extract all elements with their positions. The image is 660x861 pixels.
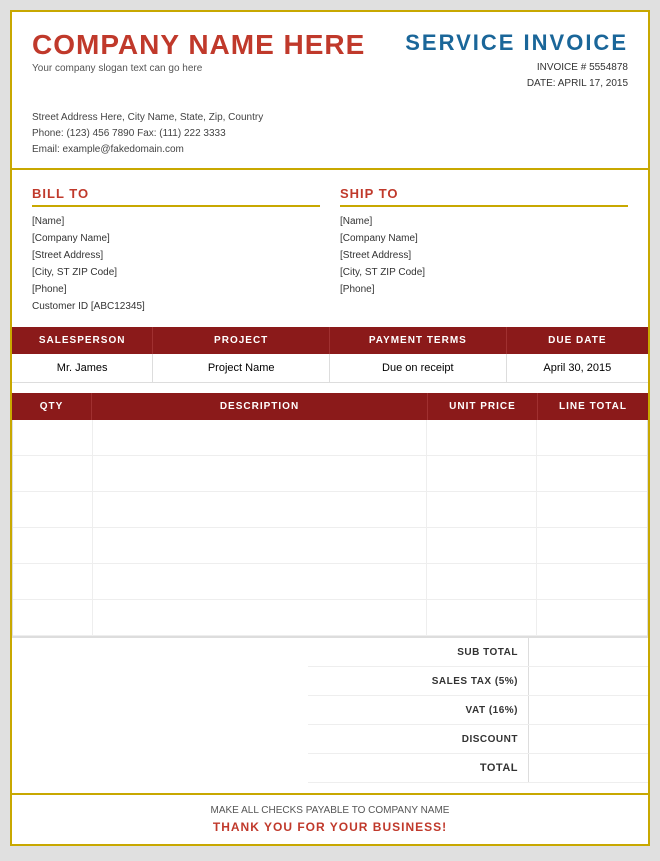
item-description — [93, 564, 427, 599]
vat-label: VAT (16%) — [368, 699, 528, 722]
company-slogan: Your company slogan text can go here — [32, 63, 365, 74]
item-description — [93, 528, 427, 563]
due-date-header: DUE DATE — [507, 327, 648, 354]
address-email: Email: example@fakedomain.com — [32, 142, 628, 158]
item-unit_price — [427, 528, 537, 563]
company-name: COMPANY NAME HERE — [32, 30, 365, 61]
footer-line1: MAKE ALL CHECKS PAYABLE TO COMPANY NAME — [32, 805, 628, 816]
ship-to-lines: [Name][Company Name][Street Address][Cit… — [340, 213, 628, 298]
payment-table-header: SALESPERSON PROJECT PAYMENT TERMS DUE DA… — [12, 327, 648, 354]
item-qty — [13, 420, 93, 455]
item-unit_price — [427, 600, 537, 635]
ship-to-label: SHIP TO — [340, 186, 628, 207]
ship-to-line: [Street Address] — [340, 247, 628, 264]
address-phone-fax: Phone: (123) 456 7890 Fax: (111) 222 333… — [32, 126, 628, 142]
item-description — [93, 456, 427, 491]
bill-to-line: [Name] — [32, 213, 320, 230]
item-row — [13, 456, 647, 492]
ship-to-block: SHIP TO [Name][Company Name][Street Addr… — [340, 186, 628, 315]
total-value — [528, 754, 648, 782]
company-block: COMPANY NAME HERE Your company slogan te… — [32, 30, 365, 74]
qty-header: QTY — [12, 393, 92, 420]
item-line_total — [537, 420, 647, 455]
salesperson-value: Mr. James — [12, 354, 153, 382]
bill-to-line: [City, ST ZIP Code] — [32, 264, 320, 281]
line-total-header: LINE TOTAL — [538, 393, 648, 420]
unit-price-header: UNIT PRICE — [428, 393, 538, 420]
payment-terms-value: Due on receipt — [330, 354, 507, 382]
item-unit_price — [427, 492, 537, 527]
item-qty — [13, 564, 93, 599]
items-table-header: QTY DESCRIPTION UNIT PRICE LINE TOTAL — [12, 393, 648, 420]
salesperson-header: SALESPERSON — [12, 327, 153, 354]
sales-tax-value — [528, 667, 648, 695]
total-row: TOTAL — [308, 754, 648, 783]
item-row — [13, 600, 647, 636]
invoice-container: COMPANY NAME HERE Your company slogan te… — [10, 10, 650, 846]
item-line_total — [537, 564, 647, 599]
payment-terms-header: PAYMENT TERMS — [330, 327, 507, 354]
payment-data-row: Mr. James Project Name Due on receipt Ap… — [12, 354, 648, 383]
bill-ship-section: BILL TO [Name][Company Name][Street Addr… — [12, 170, 648, 327]
sub-total-label: SUB TOTAL — [368, 641, 528, 664]
invoice-header: COMPANY NAME HERE Your company slogan te… — [12, 12, 648, 102]
invoice-title-block: SERVICE INVOICE INVOICE # 5554878 DATE: … — [405, 30, 628, 92]
item-line_total — [537, 456, 647, 491]
item-line_total — [537, 528, 647, 563]
bill-to-line: [Phone] — [32, 281, 320, 298]
item-description — [93, 492, 427, 527]
invoice-date-value: APRIL 17, 2015 — [558, 78, 628, 89]
bill-to-line: Customer ID [ABC12345] — [32, 298, 320, 315]
sales-tax-row: SALES TAX (5%) — [308, 667, 648, 696]
item-row — [13, 420, 647, 456]
discount-value — [528, 725, 648, 753]
ship-to-line: [City, ST ZIP Code] — [340, 264, 628, 281]
item-unit_price — [427, 420, 537, 455]
invoice-meta: INVOICE # 5554878 DATE: APRIL 17, 2015 — [405, 60, 628, 92]
item-row — [13, 528, 647, 564]
ship-to-line: [Phone] — [340, 281, 628, 298]
totals-section: SUB TOTAL SALES TAX (5%) VAT (16%) DISCO… — [12, 637, 648, 793]
footer-line2: THANK YOU FOR YOUR BUSINESS! — [32, 820, 628, 834]
bill-to-block: BILL TO [Name][Company Name][Street Addr… — [32, 186, 320, 315]
item-row — [13, 564, 647, 600]
ship-to-line: [Name] — [340, 213, 628, 230]
ship-to-line: [Company Name] — [340, 230, 628, 247]
invoice-number: 5554878 — [589, 62, 628, 73]
company-address-block: Street Address Here, City Name, State, Z… — [12, 102, 648, 170]
item-line_total — [537, 492, 647, 527]
address-street: Street Address Here, City Name, State, Z… — [32, 110, 628, 126]
items-body — [12, 420, 648, 637]
item-line_total — [537, 600, 647, 635]
item-unit_price — [427, 564, 537, 599]
vat-row: VAT (16%) — [308, 696, 648, 725]
invoice-footer: MAKE ALL CHECKS PAYABLE TO COMPANY NAME … — [12, 793, 648, 844]
invoice-title: SERVICE INVOICE — [405, 30, 628, 56]
bill-to-line: [Street Address] — [32, 247, 320, 264]
item-qty — [13, 600, 93, 635]
invoice-date-label: DATE: — [527, 78, 556, 89]
total-label: TOTAL — [368, 756, 528, 780]
sub-total-value — [528, 638, 648, 666]
item-unit_price — [427, 456, 537, 491]
discount-label: DISCOUNT — [368, 728, 528, 751]
project-value: Project Name — [153, 354, 330, 382]
invoice-number-label: INVOICE # — [537, 62, 586, 73]
item-row — [13, 492, 647, 528]
due-date-value: April 30, 2015 — [507, 354, 648, 382]
bill-to-label: BILL TO — [32, 186, 320, 207]
project-header: PROJECT — [153, 327, 330, 354]
sub-total-row: SUB TOTAL — [308, 638, 648, 667]
discount-row: DISCOUNT — [308, 725, 648, 754]
bill-to-lines: [Name][Company Name][Street Address][Cit… — [32, 213, 320, 315]
item-qty — [13, 456, 93, 491]
vat-value — [528, 696, 648, 724]
item-qty — [13, 492, 93, 527]
item-description — [93, 420, 427, 455]
bill-to-line: [Company Name] — [32, 230, 320, 247]
item-description — [93, 600, 427, 635]
description-header: DESCRIPTION — [92, 393, 428, 420]
item-qty — [13, 528, 93, 563]
sales-tax-label: SALES TAX (5%) — [368, 670, 528, 693]
